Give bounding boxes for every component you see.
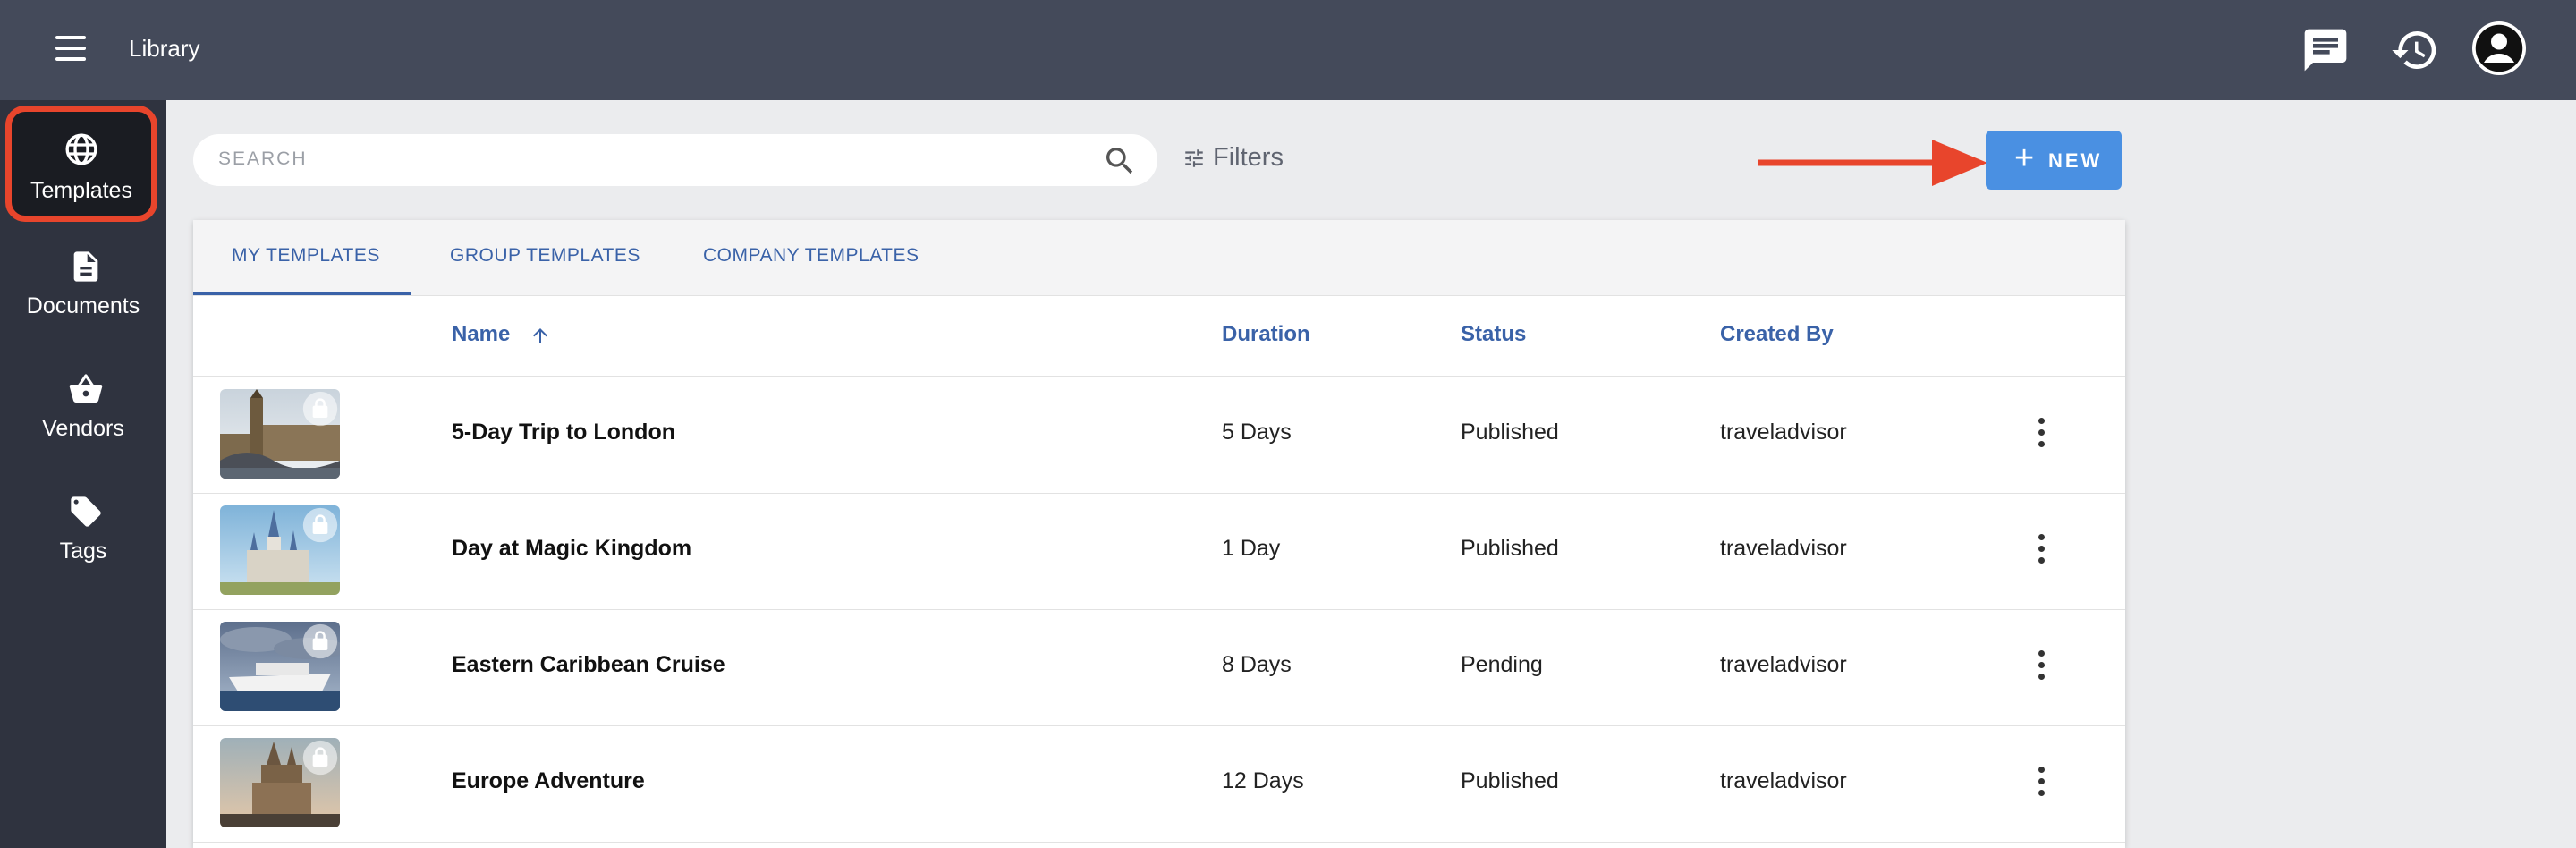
plus-icon: +	[2014, 140, 2038, 177]
table-row[interactable]: 5-Day Trip to London 5 Days Published tr…	[193, 377, 2125, 494]
column-header-status[interactable]: Status	[1461, 322, 1526, 347]
sidebar-item-documents[interactable]: Documents	[0, 233, 166, 354]
new-button-label: NEW	[2048, 149, 2103, 172]
sidebar-item-label: Templates	[30, 178, 132, 203]
template-status: Pending	[1461, 652, 1543, 677]
template-created-by: traveladvisor	[1720, 420, 1847, 445]
filters-button[interactable]: Filters	[1182, 143, 1284, 173]
sort-ascending-icon[interactable]	[530, 324, 551, 347]
more-options-icon[interactable]	[2036, 650, 2046, 683]
lock-icon	[302, 740, 338, 776]
top-app-bar: Library	[0, 0, 2576, 100]
hamburger-menu-icon[interactable]	[55, 36, 86, 61]
cathedral-thumbnail	[220, 738, 340, 827]
sidebar-item-tags[interactable]: Tags	[0, 478, 166, 599]
template-name[interactable]: Europe Adventure	[452, 768, 645, 794]
sidebar: Templates Documents Vendors Tags	[0, 100, 166, 848]
globe-icon	[65, 133, 97, 165]
tag-icon	[71, 496, 101, 527]
table-row[interactable]: Eastern Caribbean Cruise 8 Days Pending …	[193, 609, 2125, 726]
template-duration: 8 Days	[1222, 652, 1292, 677]
castle-thumbnail	[220, 505, 340, 595]
more-options-icon[interactable]	[2036, 418, 2046, 450]
template-name[interactable]: Day at Magic Kingdom	[452, 536, 691, 562]
user-avatar[interactable]	[2472, 21, 2526, 75]
page-title: Library	[129, 35, 200, 62]
lock-icon	[302, 507, 338, 543]
template-status: Published	[1461, 420, 1559, 445]
column-header-name[interactable]: Name	[452, 322, 510, 347]
template-duration: 5 Days	[1222, 420, 1292, 445]
template-tabs: MY TEMPLATES GROUP TEMPLATES COMPANY TEM…	[193, 220, 2125, 296]
basket-icon	[69, 374, 103, 403]
tab-company-templates[interactable]: COMPANY TEMPLATES	[703, 245, 919, 267]
search-icon[interactable]	[1102, 143, 1138, 179]
london-thumbnail	[220, 389, 340, 479]
search-input[interactable]: SEARCH	[218, 148, 308, 170]
more-options-icon[interactable]	[2036, 767, 2046, 799]
cruise-thumbnail	[220, 622, 340, 711]
sidebar-item-templates[interactable]: Templates	[5, 106, 157, 222]
lock-icon	[302, 391, 338, 427]
tab-my-templates[interactable]: MY TEMPLATES	[232, 245, 380, 267]
sidebar-item-vendors[interactable]: Vendors	[0, 355, 166, 477]
template-name[interactable]: Eastern Caribbean Cruise	[452, 652, 725, 678]
template-created-by: traveladvisor	[1720, 652, 1847, 677]
active-tab-indicator	[193, 292, 411, 295]
tune-icon	[1185, 149, 1203, 168]
template-created-by: traveladvisor	[1720, 768, 1847, 793]
column-header-created-by[interactable]: Created By	[1720, 322, 1834, 347]
template-name[interactable]: 5-Day Trip to London	[452, 420, 675, 445]
sidebar-item-label: Vendors	[42, 416, 124, 441]
history-icon[interactable]	[2390, 25, 2440, 75]
sidebar-item-label: Documents	[26, 293, 140, 318]
table-row[interactable]: Day at Magic Kingdom 1 Day Published tra…	[193, 493, 2125, 610]
document-icon	[73, 251, 98, 282]
template-status: Published	[1461, 768, 1559, 793]
lock-icon	[302, 623, 338, 659]
templates-card: MY TEMPLATES GROUP TEMPLATES COMPANY TEM…	[193, 220, 2125, 848]
sidebar-item-label: Tags	[59, 538, 107, 564]
filters-label: Filters	[1213, 143, 1284, 172]
table-row[interactable]: Europe Adventure 12 Days Published trave…	[193, 725, 2125, 843]
search-bar[interactable]: SEARCH	[193, 134, 1157, 186]
annotation-arrow	[1758, 140, 1987, 186]
template-status: Published	[1461, 536, 1559, 561]
template-duration: 12 Days	[1222, 768, 1304, 793]
new-template-button[interactable]: + NEW	[1986, 131, 2122, 190]
template-duration: 1 Day	[1222, 536, 1281, 561]
chat-icon[interactable]	[2301, 25, 2351, 75]
tab-group-templates[interactable]: GROUP TEMPLATES	[450, 245, 640, 267]
column-header-duration[interactable]: Duration	[1222, 322, 1310, 347]
more-options-icon[interactable]	[2036, 534, 2046, 566]
template-created-by: traveladvisor	[1720, 536, 1847, 561]
